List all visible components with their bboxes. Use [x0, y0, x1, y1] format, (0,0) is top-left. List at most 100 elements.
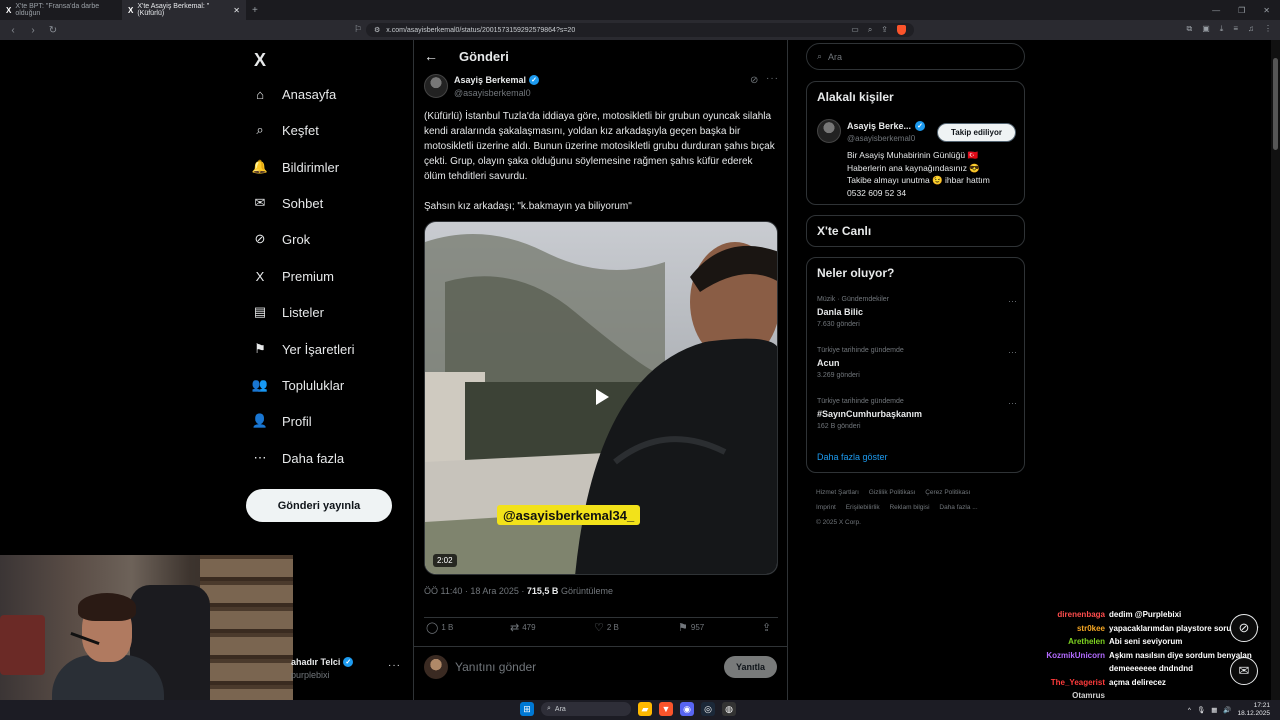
- zoom-icon[interactable]: ⌕: [868, 25, 872, 35]
- live-card[interactable]: X'te Canlı: [806, 215, 1025, 247]
- trend-title: Acun: [817, 358, 840, 368]
- browser-tab-1[interactable]: X X'te BPT: "Fransa'da darbe olduğun: [0, 0, 122, 20]
- post-button[interactable]: Gönderi yayınla: [246, 489, 392, 522]
- bookmark-action[interactable]: ⚑ 957: [678, 621, 704, 634]
- page-scrollbar[interactable]: [1271, 40, 1280, 700]
- site-settings-icon[interactable]: ⚙: [374, 26, 380, 34]
- share-icon[interactable]: ⇪: [881, 25, 888, 35]
- volume-icon[interactable]: 🔊: [1223, 706, 1231, 714]
- show-more-link[interactable]: Daha fazla göster: [817, 452, 888, 462]
- back-arrow-icon[interactable]: ←: [424, 48, 438, 64]
- reader-icon[interactable]: ▭: [851, 25, 859, 35]
- minimize-icon[interactable]: —: [1212, 6, 1220, 15]
- sidebar-item-premium[interactable]: X Premium: [252, 268, 334, 284]
- close-tab-icon[interactable]: ✕: [233, 6, 240, 15]
- bookmark-page-icon[interactable]: ⚐: [354, 24, 362, 35]
- brave-browser-icon[interactable]: ▼: [659, 702, 673, 716]
- repost-action[interactable]: ⇄ 479: [510, 621, 536, 634]
- account-name[interactable]: ahadır Telci ✓: [291, 657, 354, 667]
- reload-icon[interactable]: ↻: [48, 25, 58, 36]
- author-handle[interactable]: @asayisberkemal0: [454, 88, 531, 98]
- footer-link[interactable]: Imprint: [816, 504, 836, 511]
- footer-link[interactable]: Gizlilik Politikası: [869, 489, 916, 496]
- file-explorer-icon[interactable]: ▰: [638, 702, 652, 716]
- x-logo-icon[interactable]: X: [254, 50, 266, 71]
- discord-icon[interactable]: ◉: [680, 702, 694, 716]
- like-count: 2 B: [606, 623, 619, 632]
- sidebar-item-chat[interactable]: ✉ Sohbet: [252, 195, 324, 211]
- play-icon[interactable]: [596, 389, 609, 405]
- tab-title: X'te Asayiş Berkemal: "(Küfürlü): [137, 3, 210, 17]
- sidebar-item-explore[interactable]: ⌕ Keşfet: [252, 122, 319, 138]
- clock[interactable]: 17:21 18.12.2025: [1237, 702, 1270, 718]
- search-input[interactable]: ⌕ Ara: [806, 43, 1025, 70]
- sidebar-item-grok[interactable]: ⊘ Grok: [252, 231, 311, 247]
- steam-icon[interactable]: ◎: [701, 702, 715, 716]
- menu-icon[interactable]: ≡: [1233, 24, 1238, 34]
- browser-extensions: ⧉ ▣ ⤓ ≡ ♫ ⋮: [1187, 24, 1273, 34]
- back-nav-icon[interactable]: ‹: [8, 25, 18, 36]
- profile-icon: 👤: [251, 413, 269, 428]
- user-avatar: [424, 655, 448, 679]
- repost-count: 479: [522, 623, 536, 632]
- trend-more-icon[interactable]: ···: [1008, 398, 1017, 408]
- like-action[interactable]: ♡ 2 B: [594, 621, 619, 634]
- browser-tab-2[interactable]: X X'te Asayiş Berkemal: "(Küfürlü) ✕: [122, 0, 246, 20]
- tray-arrow-icon[interactable]: ^: [1188, 707, 1191, 714]
- trend-more-icon[interactable]: ···: [1008, 296, 1017, 306]
- sidebar-item-more[interactable]: ⋯ Daha fazla: [252, 450, 345, 466]
- network-icon[interactable]: ▦: [1211, 706, 1217, 714]
- footer-link[interactable]: Çerez Politikası: [925, 489, 970, 496]
- taskbar-search[interactable]: ⌕ Ara: [541, 702, 631, 716]
- sidebar-icon[interactable]: ⋮: [1264, 24, 1272, 34]
- reply-input[interactable]: Yanıtını gönder: [455, 660, 536, 674]
- download-icon[interactable]: ⤓: [1220, 24, 1224, 34]
- sidebar-item-home[interactable]: ⌂ Anasayfa: [252, 86, 336, 102]
- footer-link[interactable]: Erişilebilirlik: [846, 504, 880, 511]
- footer-link[interactable]: Daha fazla ...: [939, 504, 977, 511]
- scrollbar-thumb[interactable]: [1273, 58, 1278, 150]
- author-name[interactable]: Asayiş Berkemal ✓: [454, 75, 540, 85]
- account-more-icon[interactable]: ···: [388, 660, 401, 671]
- extensions-icon[interactable]: ⧉: [1187, 24, 1193, 34]
- address-bar[interactable]: ⚙ x.com/asayisberkemal0/status/200157315…: [366, 23, 914, 37]
- page-title: Gönderi: [459, 49, 509, 64]
- forward-nav-icon[interactable]: ›: [28, 25, 38, 36]
- sidebar-item-notifications[interactable]: 🔔 Bildirimler: [252, 159, 339, 175]
- media-icon[interactable]: ♫: [1248, 24, 1254, 34]
- sidebar-item-bookmarks[interactable]: ⚑ Yer İşaretleri: [252, 341, 354, 357]
- messages-float-icon[interactable]: ✉: [1230, 657, 1258, 685]
- obs-icon[interactable]: ◍: [722, 702, 736, 716]
- share-action[interactable]: ⇪: [762, 621, 771, 634]
- maximize-icon[interactable]: ❐: [1238, 6, 1245, 15]
- grok-explain-icon[interactable]: ⊘: [750, 75, 758, 86]
- brave-shield-icon[interactable]: [897, 25, 906, 35]
- footer-link[interactable]: Reklam bilgisi: [889, 504, 929, 511]
- tweet-timestamp[interactable]: ÖÖ 11:40 · 18 Ara 2025 ·: [424, 586, 527, 596]
- tweet-column: ← Gönderi Asayiş Berkemal ✓ @asayisberke…: [413, 40, 788, 720]
- sidebar-item-profile[interactable]: 👤 Profil: [252, 413, 312, 429]
- sidebar-item-communities[interactable]: 👥 Topluluklar: [252, 377, 344, 393]
- windows-start-icon[interactable]: ⊞: [520, 702, 534, 716]
- tweet-more-icon[interactable]: ···: [766, 73, 779, 84]
- trend-item[interactable]: Türkiye tarihinde gündemde #SayınCumhurb…: [817, 398, 1017, 430]
- mic-icon[interactable]: 🎙: [1197, 706, 1205, 714]
- related-name[interactable]: Asayiş Berke... ✓: [847, 121, 926, 131]
- trend-item[interactable]: Türkiye tarihinde gündemde Acun 3.269 gö…: [817, 347, 1017, 379]
- tweet-video[interactable]: @asayisberkemal34_ 2:02: [424, 221, 778, 575]
- grok-float-icon[interactable]: ⊘: [1230, 614, 1258, 642]
- footer-link[interactable]: Hizmet Şartları: [816, 489, 859, 496]
- new-tab-button[interactable]: +: [252, 5, 258, 16]
- bookmark-icon: ⚑: [678, 622, 688, 634]
- communities-icon: 👥: [251, 377, 269, 392]
- wallet-icon[interactable]: ▣: [1202, 24, 1210, 34]
- reply-action[interactable]: ◯ 1 B: [426, 621, 453, 634]
- close-window-icon[interactable]: ✕: [1263, 6, 1270, 15]
- reply-button[interactable]: Yanıtla: [724, 656, 777, 678]
- author-avatar[interactable]: [424, 74, 448, 98]
- avatar[interactable]: [817, 119, 841, 143]
- sidebar-item-lists[interactable]: ▤ Listeler: [252, 304, 324, 320]
- trend-item[interactable]: Müzik · Gündemdekiler Danla Bilic 7.630 …: [817, 296, 1017, 328]
- following-button[interactable]: Takip ediliyor: [937, 123, 1016, 142]
- trend-more-icon[interactable]: ···: [1008, 347, 1017, 357]
